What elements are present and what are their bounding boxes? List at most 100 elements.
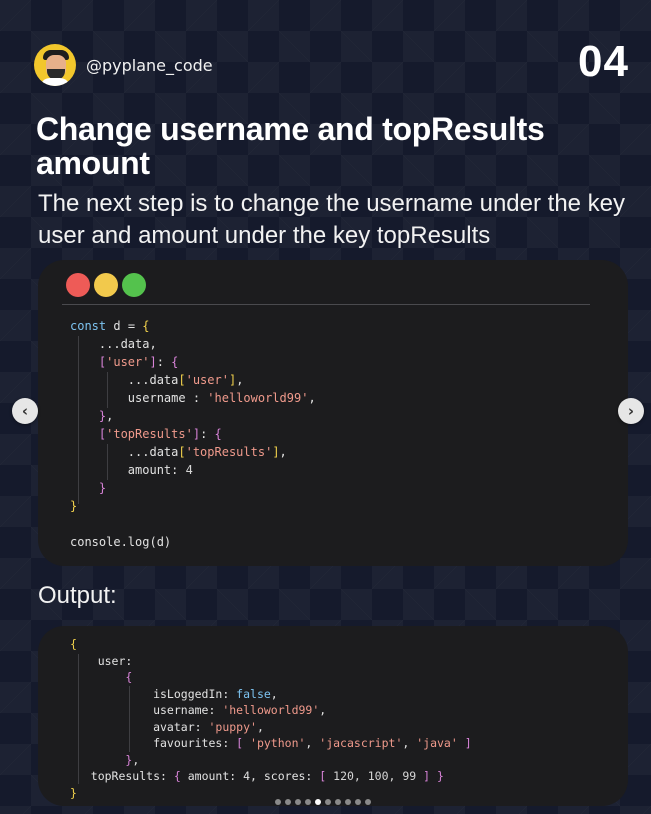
code-token: = xyxy=(127,319,136,333)
code-block: const d = { ...data, ['user']: { ...data… xyxy=(70,317,316,551)
pagination-dot[interactable] xyxy=(305,799,311,805)
code-token: [ xyxy=(178,445,186,459)
code-line: console.log(d) xyxy=(70,533,316,551)
code-token: 'java' xyxy=(416,736,458,750)
code-token: 'puppy' xyxy=(208,719,257,734)
code-token: 'helloworld99' xyxy=(222,703,320,717)
code-token: : xyxy=(200,427,215,441)
pagination-dot[interactable] xyxy=(275,799,281,805)
code-token: ...data, xyxy=(70,337,157,351)
account-handle[interactable]: @pyplane_code xyxy=(86,56,213,75)
code-token: : xyxy=(156,355,172,369)
code-token: , xyxy=(106,409,114,423)
code-line: { xyxy=(70,669,472,686)
code-token: } xyxy=(70,785,77,800)
minimize-dot-icon xyxy=(94,273,118,297)
code-token: 120, 100, 99 xyxy=(333,769,417,783)
previous-slide-button[interactable]: ‹ xyxy=(12,398,38,424)
code-token: [ xyxy=(70,355,107,369)
code-line: user: xyxy=(70,653,472,670)
code-token: , xyxy=(270,686,278,701)
code-token: [ xyxy=(178,373,186,387)
code-line: ...data['user'], xyxy=(70,371,316,389)
code-token: } xyxy=(70,481,107,495)
pagination-dot[interactable] xyxy=(285,799,291,805)
code-token: , xyxy=(305,736,320,750)
code-token: ] xyxy=(457,736,472,750)
code-token: , xyxy=(256,719,264,734)
code-token: { xyxy=(135,319,150,333)
code-token: avatar: xyxy=(70,719,209,734)
code-token: , xyxy=(402,736,417,750)
code-token: 'helloworld99' xyxy=(207,391,309,405)
code-token: 'topResults' xyxy=(185,445,273,459)
code-line: isLoggedIn: false, xyxy=(70,686,472,703)
pagination-dot[interactable] xyxy=(355,799,361,805)
code-token: amount: xyxy=(70,463,186,477)
code-token: , xyxy=(279,445,287,459)
output-window: { user: { isLoggedIn: false, username: '… xyxy=(38,626,628,806)
code-token: username: xyxy=(70,703,223,717)
code-token: [ xyxy=(70,427,107,441)
output-block: { user: { isLoggedIn: false, username: '… xyxy=(70,636,472,801)
code-token: [ xyxy=(319,769,334,783)
code-line: ['user']: { xyxy=(70,353,316,371)
code-token: amount: 4, scores: xyxy=(187,769,320,783)
code-token: favourites: xyxy=(70,736,237,750)
carousel-pagination xyxy=(275,799,371,805)
code-token: ] xyxy=(149,355,157,369)
code-token: ] xyxy=(416,769,431,783)
code-token: user: xyxy=(70,653,133,668)
slide-title: Change username and topResults amount xyxy=(36,111,545,181)
code-token: log xyxy=(127,535,150,549)
output-heading: Output: xyxy=(38,582,117,609)
code-token: topResults: xyxy=(70,769,174,783)
code-line: favourites: [ 'python', 'jacascript', 'j… xyxy=(70,735,472,752)
window-controls xyxy=(66,273,146,297)
code-token: (d) xyxy=(149,535,172,549)
code-token: isLoggedIn: xyxy=(70,686,237,701)
code-token: 'jacascript' xyxy=(319,736,403,750)
pagination-dot[interactable] xyxy=(365,799,371,805)
pagination-dot[interactable] xyxy=(345,799,351,805)
code-token: } xyxy=(70,499,78,513)
pagination-dot[interactable] xyxy=(295,799,301,805)
code-line: { xyxy=(70,636,472,653)
pagination-dot[interactable] xyxy=(315,799,321,805)
code-line: username : 'helloworld99', xyxy=(70,389,316,407)
code-token: } xyxy=(70,409,107,423)
code-token: , xyxy=(319,703,327,717)
code-token: ...data xyxy=(70,445,179,459)
code-token: { xyxy=(173,769,188,783)
pagination-dot[interactable] xyxy=(325,799,331,805)
code-line: }, xyxy=(70,407,316,425)
code-token: , xyxy=(132,752,140,767)
next-slide-button[interactable]: › xyxy=(618,398,644,424)
code-token: { xyxy=(70,670,133,684)
code-token: 'user' xyxy=(185,373,229,387)
code-token: d xyxy=(106,319,128,333)
code-token: ...data xyxy=(70,373,179,387)
chevron-right-icon: › xyxy=(627,402,635,420)
code-token: { xyxy=(70,637,77,651)
code-token: , xyxy=(308,391,316,405)
code-token: } xyxy=(430,769,444,783)
profile-avatar-icon[interactable] xyxy=(34,44,76,86)
code-token: const xyxy=(70,319,107,333)
maximize-dot-icon xyxy=(122,273,146,297)
code-line: }, xyxy=(70,752,472,769)
close-dot-icon xyxy=(66,273,90,297)
pagination-dot[interactable] xyxy=(335,799,341,805)
code-token: 'topResults' xyxy=(106,427,193,441)
code-line: ...data['topResults'], xyxy=(70,443,316,461)
window-divider xyxy=(62,304,590,305)
code-token: username : xyxy=(70,391,208,405)
code-token: ] xyxy=(272,445,280,459)
code-token: 'user' xyxy=(106,355,150,369)
code-token: { xyxy=(171,355,179,369)
code-token: } xyxy=(70,752,133,767)
code-token: false xyxy=(236,686,271,701)
code-line: } xyxy=(70,497,316,515)
code-window: const d = { ...data, ['user']: { ...data… xyxy=(38,260,628,566)
